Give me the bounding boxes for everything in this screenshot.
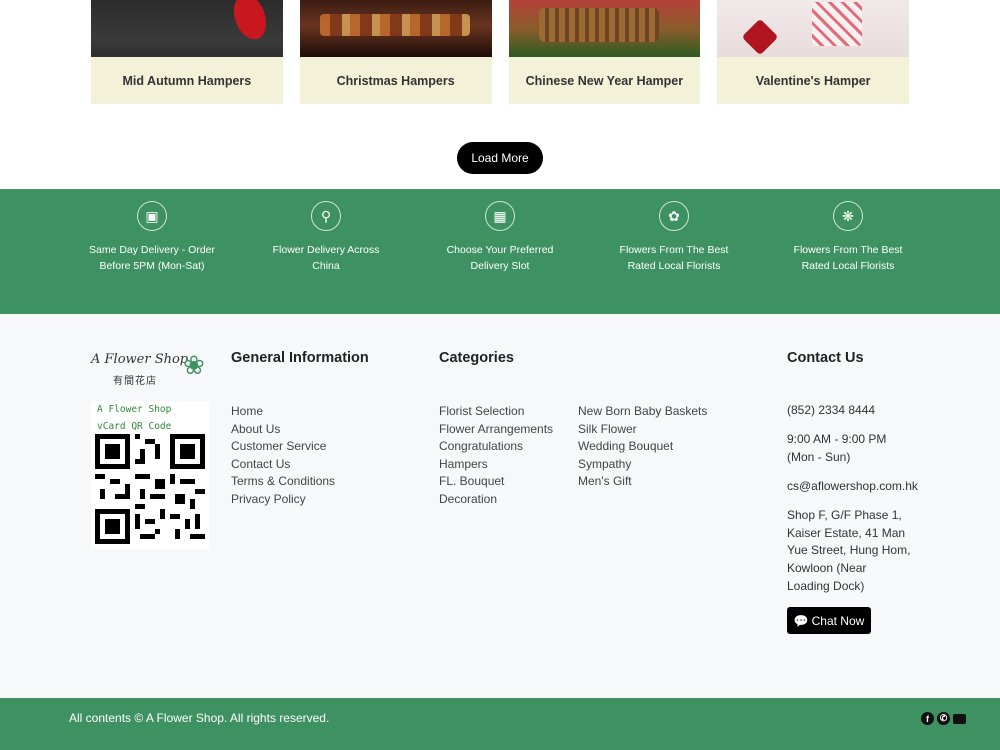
- copyright-text: All contents © A Flower Shop. All rights…: [69, 711, 330, 725]
- product-title[interactable]: Mid Autumn Hampers: [91, 57, 283, 104]
- footer-link-terms[interactable]: Terms & Conditions: [231, 473, 335, 491]
- category-link[interactable]: Wedding Bouquet: [578, 438, 707, 456]
- delivery-truck-icon: ▣: [137, 201, 167, 231]
- categories-title: Categories: [439, 350, 514, 366]
- category-link[interactable]: FL. Bouquet: [439, 473, 553, 491]
- footer-link-about[interactable]: About Us: [231, 421, 335, 439]
- flower-hand-icon: ✿: [659, 201, 689, 231]
- email-icon[interactable]: [953, 714, 966, 724]
- product-image[interactable]: [299, 0, 492, 57]
- load-more-button[interactable]: Load More: [457, 142, 543, 174]
- footer-link-customer-service[interactable]: Customer Service: [231, 438, 335, 456]
- product-image[interactable]: [91, 0, 283, 57]
- vcard-qr-code: A Flower Shop vCard QR Code: [91, 401, 209, 549]
- category-link[interactable]: New Born Baby Baskets: [578, 403, 707, 421]
- feature-local-florists-2: ❋ Flowers From The Best Rated Local Flor…: [783, 201, 913, 274]
- feature-text: Choose Your Preferred Delivery Slot: [446, 244, 554, 272]
- rose-icon: ❀: [183, 350, 205, 380]
- product-image[interactable]: [717, 0, 909, 57]
- contact-title: Contact Us: [787, 350, 864, 366]
- chat-now-label: Chat Now: [811, 613, 865, 628]
- product-image[interactable]: [508, 0, 701, 57]
- footer-link-home[interactable]: Home: [231, 403, 335, 421]
- features-band: ▣ Same Day Delivery - Order Before 5PM (…: [0, 189, 1000, 314]
- brand-logo[interactable]: A Flower Shop 有間花店 ❀: [91, 350, 211, 390]
- product-card-valentine[interactable]: Valentine's Hamper: [717, 0, 909, 104]
- footer-link-privacy[interactable]: Privacy Policy: [231, 491, 335, 509]
- qr-code-icon: [95, 434, 205, 544]
- contact-hours-days: (Mon - Sun): [787, 450, 851, 464]
- feature-delivery-slot: ▦ Choose Your Preferred Delivery Slot: [435, 201, 565, 274]
- contact-address-line: Kowloon (Near: [787, 561, 867, 575]
- footer: A Flower Shop 有間花店 ❀ A Flower Shop vCard…: [0, 314, 1000, 698]
- feature-text: Flower Delivery Across China: [272, 244, 380, 272]
- social-links: f ✆: [921, 712, 966, 725]
- contact-address-line: Yue Street, Hung Hom,: [787, 543, 911, 557]
- qr-caption-line2: vCard QR Code: [97, 421, 172, 432]
- feature-text: Same Day Delivery - Order Before 5PM (Mo…: [88, 244, 216, 272]
- facebook-icon[interactable]: f: [921, 712, 934, 725]
- product-card-chinese-new-year[interactable]: Chinese New Year Hamper: [508, 0, 701, 104]
- product-title[interactable]: Valentine's Hamper: [717, 57, 909, 104]
- category-link[interactable]: Hampers: [439, 456, 553, 474]
- contact-hours: 9:00 AM - 9:00 PM: [787, 432, 887, 446]
- contact-address-line: Shop F, G/F Phase 1,: [787, 508, 902, 522]
- feature-local-florists: ✿ Flowers From The Best Rated Local Flor…: [609, 201, 739, 274]
- category-link[interactable]: Sympathy: [578, 456, 707, 474]
- feature-delivery-china: ⚲ Flower Delivery Across China: [261, 201, 391, 274]
- general-info-title: General Information: [231, 350, 369, 366]
- product-card-mid-autumn[interactable]: Mid Autumn Hampers: [91, 0, 283, 104]
- location-pin-icon: ⚲: [311, 201, 341, 231]
- calendar-icon: ▦: [485, 201, 515, 231]
- chat-bubble-icon: 💬: [793, 613, 809, 628]
- categories-links-col1: Florist Selection Flower Arrangements Co…: [439, 403, 553, 509]
- chat-now-button[interactable]: 💬 Chat Now: [787, 607, 871, 634]
- general-info-links: Home About Us Customer Service Contact U…: [231, 403, 335, 509]
- feature-same-day-delivery: ▣ Same Day Delivery - Order Before 5PM (…: [87, 201, 217, 274]
- category-link[interactable]: Flower Arrangements: [439, 421, 553, 439]
- category-link[interactable]: Silk Flower: [578, 421, 707, 439]
- product-title[interactable]: Chinese New Year Hamper: [508, 57, 701, 104]
- flower-icon: ❋: [833, 201, 863, 231]
- feature-text: Flowers From The Best Rated Local Floris…: [619, 244, 729, 272]
- contact-address-line: Kaiser Estate, 41 Man: [787, 526, 906, 540]
- contact-email[interactable]: cs@aflowershop.com.hk: [787, 478, 918, 496]
- page: Mid Autumn Hampers Christmas Hampers Chi…: [0, 0, 1000, 750]
- product-title[interactable]: Christmas Hampers: [299, 57, 492, 104]
- logo-script-text: A Flower Shop: [91, 352, 189, 367]
- product-card-christmas[interactable]: Christmas Hampers: [299, 0, 492, 104]
- product-cards: Mid Autumn Hampers Christmas Hampers Chi…: [91, 0, 909, 104]
- contact-phone[interactable]: (852) 2334 8444: [787, 402, 875, 420]
- category-link[interactable]: Men's Gift: [578, 473, 707, 491]
- copyright-bar: All contents © A Flower Shop. All rights…: [0, 698, 1000, 750]
- contact-address-line: Loading Dock): [787, 579, 865, 593]
- category-link[interactable]: Congratulations: [439, 438, 553, 456]
- categories-links-col2: New Born Baby Baskets Silk Flower Weddin…: [578, 403, 707, 491]
- whatsapp-icon[interactable]: ✆: [937, 712, 950, 725]
- category-link[interactable]: Florist Selection: [439, 403, 553, 421]
- qr-caption-line1: A Flower Shop: [97, 404, 172, 415]
- footer-link-contact[interactable]: Contact Us: [231, 456, 335, 474]
- logo-chinese-text: 有間花店: [113, 376, 157, 387]
- feature-text: Flowers From The Best Rated Local Floris…: [793, 244, 903, 272]
- category-link[interactable]: Decoration: [439, 491, 553, 509]
